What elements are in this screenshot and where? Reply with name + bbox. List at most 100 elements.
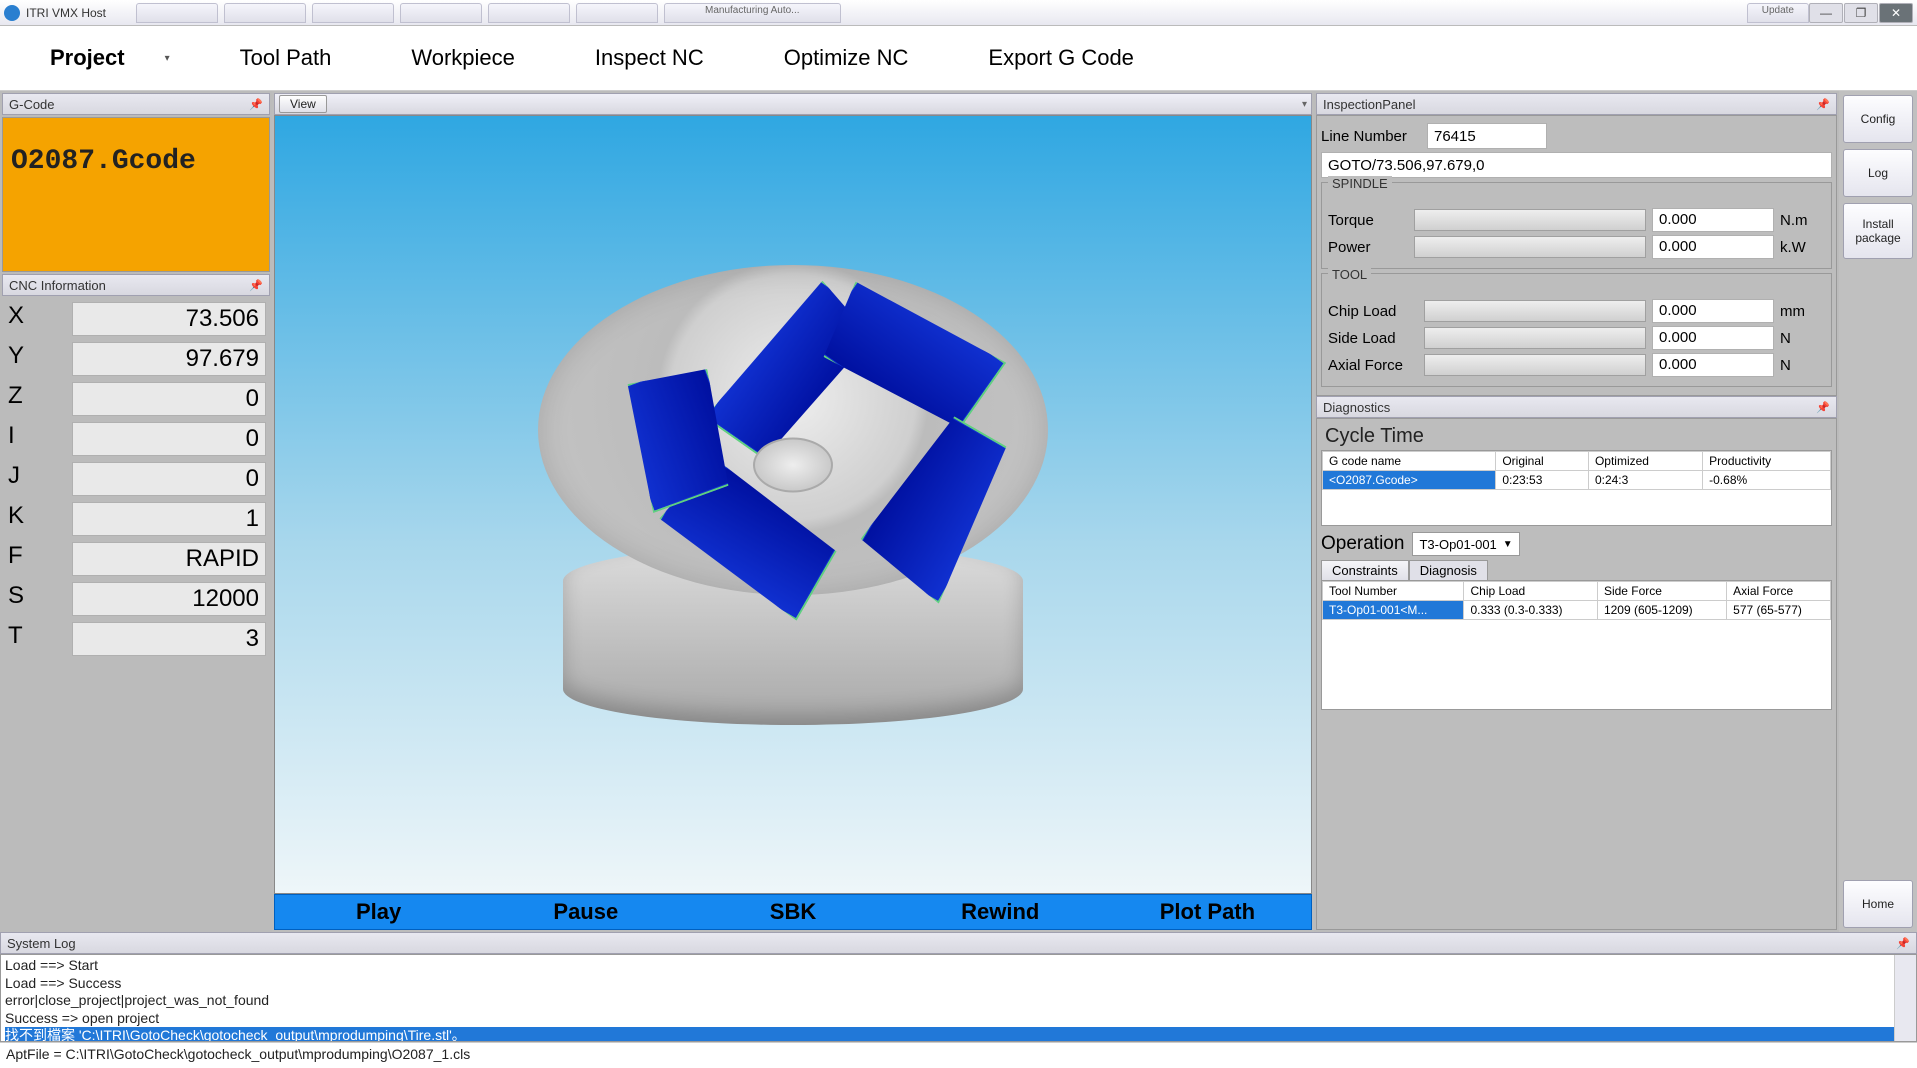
view-toolbar: View ▾ [274, 93, 1312, 115]
pause-button[interactable]: Pause [482, 899, 689, 925]
cnc-row: T3 [6, 622, 266, 656]
browser-tab[interactable] [576, 3, 658, 23]
cnc-value: 1 [72, 502, 266, 536]
cell: 0:23:53 [1496, 471, 1589, 490]
sideload-unit: N [1780, 330, 1825, 347]
cycle-row[interactable]: <O2087.Gcode> 0:23:53 0:24:3 -0.68% [1323, 471, 1831, 490]
cnc-value: 0 [72, 382, 266, 416]
cnc-row: X73.506 [6, 302, 266, 336]
torque-unit: N.m [1780, 212, 1825, 229]
col-original: Original [1496, 452, 1589, 471]
tool-legend: TOOL [1328, 267, 1371, 282]
pin-icon[interactable]: 📌 [249, 98, 263, 111]
close-button[interactable]: ✕ [1879, 3, 1913, 23]
config-button[interactable]: Config [1843, 95, 1913, 143]
browser-tab[interactable] [136, 3, 218, 23]
sideload-bar [1424, 327, 1646, 349]
system-log-body[interactable]: Load ==> Start Load ==> Success error|cl… [0, 954, 1917, 1042]
power-label: Power [1328, 239, 1408, 256]
operation-value: T3-Op01-001 [1419, 537, 1496, 552]
cnc-value: 0 [72, 462, 266, 496]
view-button[interactable]: View [279, 95, 327, 113]
chevron-down-icon: ▼ [1503, 539, 1513, 550]
view-dropdown-icon[interactable]: ▾ [1302, 99, 1307, 110]
log-button[interactable]: Log [1843, 149, 1913, 197]
cnc-value: 12000 [72, 582, 266, 616]
operation-select[interactable]: T3-Op01-001 ▼ [1412, 532, 1519, 556]
log-line: Load ==> Start [5, 957, 1912, 975]
browser-tab[interactable]: Manufacturing Auto... [664, 3, 841, 23]
plot-path-button[interactable]: Plot Path [1104, 899, 1311, 925]
menu-optimize-nc[interactable]: Optimize NC [744, 45, 949, 71]
menu-toolpath[interactable]: Tool Path [200, 45, 372, 71]
pin-icon[interactable]: 📌 [1896, 937, 1910, 950]
scrollbar[interactable] [1894, 955, 1916, 1041]
cycle-time-header: Cycle Time [1321, 423, 1832, 450]
cnc-label: Y [6, 342, 72, 376]
cell: 0:24:3 [1588, 471, 1702, 490]
chevron-down-icon[interactable]: ▾ [165, 53, 170, 64]
line-number-input[interactable] [1427, 123, 1547, 149]
menu-inspect-nc[interactable]: Inspect NC [555, 45, 744, 71]
torque-label: Torque [1328, 212, 1408, 229]
app-icon [4, 5, 20, 21]
pin-icon[interactable]: 📌 [1816, 98, 1830, 111]
browser-tab[interactable] [400, 3, 482, 23]
diagnostics-panel-header: Diagnostics 📌 [1316, 396, 1837, 418]
menu-export-gcode[interactable]: Export G Code [948, 45, 1174, 71]
menu-workpiece[interactable]: Workpiece [371, 45, 555, 71]
spindle-legend: SPINDLE [1328, 176, 1392, 191]
window-title: ITRI VMX Host [26, 6, 106, 20]
pin-icon[interactable]: 📌 [249, 279, 263, 292]
tab-diagnosis[interactable]: Diagnosis [1409, 560, 1488, 580]
browser-tab[interactable] [224, 3, 306, 23]
menu-project[interactable]: Project [10, 45, 165, 71]
install-package-button[interactable]: Install package [1843, 203, 1913, 259]
gcode-filename-box: O2087.Gcode [2, 117, 270, 272]
cnc-label: Z [6, 382, 72, 416]
inspection-panel-header: InspectionPanel 📌 [1316, 93, 1837, 115]
browser-tab[interactable] [488, 3, 570, 23]
cnc-label: F [6, 542, 72, 576]
system-log-title: System Log [7, 936, 76, 951]
gcode-panel-header: G-Code 📌 [2, 93, 270, 115]
operation-label: Operation [1321, 533, 1404, 555]
log-line-selected: 找不到檔案 'C:\ITRI\GotoCheck\gotocheck_outpu… [5, 1027, 1912, 1042]
col-gcode-name: G code name [1323, 452, 1496, 471]
cell: 0.333 (0.3-0.333) [1464, 601, 1597, 620]
minimize-button[interactable]: — [1809, 3, 1843, 23]
col-productivity: Productivity [1703, 452, 1831, 471]
viewport-3d[interactable] [274, 115, 1312, 894]
update-button[interactable]: Update [1747, 3, 1809, 23]
command-input[interactable] [1321, 152, 1832, 178]
diagnostics-panel-title: Diagnostics [1323, 400, 1390, 415]
tab-constraints[interactable]: Constraints [1321, 560, 1409, 580]
gcode-panel-title: G-Code [9, 97, 55, 112]
pin-icon[interactable]: 📌 [1816, 401, 1830, 414]
axialforce-bar [1424, 354, 1646, 376]
maximize-button[interactable]: ❐ [1844, 3, 1878, 23]
browser-tab[interactable] [312, 3, 394, 23]
cnc-value: 73.506 [72, 302, 266, 336]
col-tool-number: Tool Number [1323, 582, 1464, 601]
log-line: error|close_project|project_was_not_foun… [5, 992, 1912, 1010]
rewind-button[interactable]: Rewind [897, 899, 1104, 925]
operation-row[interactable]: T3-Op01-001<M... 0.333 (0.3-0.333) 1209 … [1323, 601, 1831, 620]
cnc-value: 0 [72, 422, 266, 456]
window-titlebar: ITRI VMX Host Manufacturing Auto... Upda… [0, 0, 1917, 26]
home-button[interactable]: Home [1843, 880, 1913, 928]
chipload-bar [1424, 300, 1646, 322]
power-unit: k.W [1780, 239, 1825, 256]
operation-table-wrap: Tool Number Chip Load Side Force Axial F… [1321, 580, 1832, 710]
browser-tabs: Manufacturing Auto... [136, 3, 1747, 23]
inspection-panel: Line Number SPINDLE Torque 0.000 N.m Pow… [1316, 115, 1837, 396]
power-bar [1414, 236, 1646, 258]
play-button[interactable]: Play [275, 899, 482, 925]
cnc-value: 97.679 [72, 342, 266, 376]
cnc-label: I [6, 422, 72, 456]
diagnostics-panel: Cycle Time G code name Original Optimize… [1316, 418, 1837, 930]
cnc-value: RAPID [72, 542, 266, 576]
sbk-button[interactable]: SBK [689, 899, 896, 925]
axialforce-unit: N [1780, 357, 1825, 374]
cell: -0.68% [1703, 471, 1831, 490]
